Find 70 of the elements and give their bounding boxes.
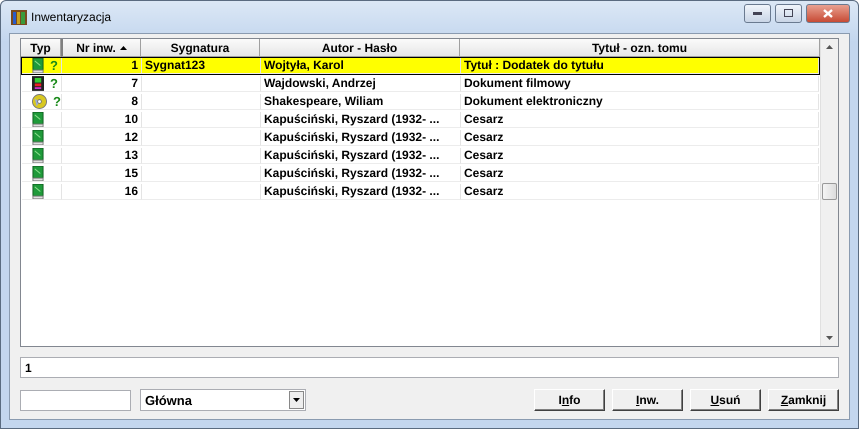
table-cell: 1	[62, 58, 142, 74]
column-header[interactable]: Tytuł - ozn. tomu	[460, 39, 820, 57]
status-mark: ?	[50, 76, 58, 91]
table-row[interactable]: 16 Kapuściński, Ryszard (1932- ... Cesarz	[21, 183, 820, 201]
minimize-button[interactable]	[744, 4, 771, 22]
dropdown[interactable]: Główna	[140, 389, 306, 411]
table-cell: Kapuściński, Ryszard (1932- ...	[261, 130, 461, 146]
table-cell: Cesarz	[461, 148, 819, 164]
column-header[interactable]: Autor - Hasło	[260, 39, 460, 57]
table-cell: Wajdowski, Andrzej	[261, 76, 461, 92]
minimize-icon	[753, 12, 762, 14]
column-header[interactable]: Nr inw.	[61, 39, 141, 57]
close-icon	[823, 8, 833, 18]
table-cell: Cesarz	[461, 130, 819, 146]
book-icon	[32, 130, 44, 145]
scroll-down-icon	[826, 336, 833, 340]
table-row[interactable]: 15 Kapuściński, Ryszard (1932- ... Cesarz	[21, 165, 820, 183]
book-icon	[32, 58, 44, 73]
table-row[interactable]: ? 8 Shakespeare, Wiliam Dokument elektroniczny	[21, 93, 820, 111]
table-cell: Shakespeare, Wiliam	[261, 94, 461, 110]
book-icon	[32, 148, 44, 163]
table-row[interactable]: 10 Kapuściński, Ryszard (1932- ... Cesarz	[21, 111, 820, 129]
book-icon	[32, 112, 44, 127]
sort-ascending-icon	[120, 46, 127, 50]
table-cell: 7	[62, 76, 142, 92]
status-mark: ?	[53, 94, 61, 109]
table-cell: 15	[62, 166, 142, 182]
maximize-icon	[784, 9, 793, 17]
table-cell: 8	[62, 94, 142, 110]
table-cell: Sygnat123	[142, 58, 261, 74]
table-cell: Cesarz	[461, 184, 819, 200]
action-button[interactable]: Zamknij	[768, 389, 839, 411]
search-field[interactable]	[20, 390, 131, 410]
table-cell: 12	[62, 130, 142, 146]
table-cell: Dokument filmowy	[461, 76, 819, 92]
table-row[interactable]: ? 7 Wajdowski, Andrzej Dokument filmowy	[21, 75, 820, 93]
dropdown-arrow-icon	[293, 398, 300, 402]
table-row[interactable]: ? 1 Sygnat123 Wojtyła, Karol Tytuł : Dodatek do tytułu	[21, 57, 820, 75]
disc-icon	[32, 94, 47, 109]
table-row[interactable]: 13 Kapuściński, Ryszard (1932- ... Cesarz	[21, 147, 820, 165]
vertical-scrollbar[interactable]	[820, 39, 838, 346]
detail-field[interactable]: 1	[20, 357, 839, 378]
book-icon	[32, 184, 44, 199]
table-cell: Kapuściński, Ryszard (1932- ...	[261, 148, 461, 164]
maximize-button[interactable]	[775, 4, 802, 22]
table-cell: Kapuściński, Ryszard (1932- ...	[261, 112, 461, 128]
table-cell: Cesarz	[461, 166, 819, 182]
table-cell: Dokument elektroniczny	[461, 94, 819, 110]
scrollbar-thumb[interactable]	[822, 183, 837, 200]
column-header[interactable]: Sygnatura	[141, 39, 260, 57]
table-cell: Kapuściński, Ryszard (1932- ...	[261, 166, 461, 182]
status-mark: ?	[50, 58, 58, 73]
table-row[interactable]: 12 Kapuściński, Ryszard (1932- ... Cesarz	[21, 129, 820, 147]
bookshelf-icon	[11, 9, 27, 25]
action-button[interactable]: Inw.	[612, 389, 683, 411]
table-cell: 10	[62, 112, 142, 128]
table-cell: Cesarz	[461, 112, 819, 128]
action-button[interactable]: Usuń	[690, 389, 761, 411]
scroll-up-icon	[826, 45, 833, 49]
action-button[interactable]: Info	[534, 389, 605, 411]
column-header[interactable]: Typ	[21, 39, 61, 57]
film-icon	[32, 76, 44, 91]
table-cell: Kapuściński, Ryszard (1932- ...	[261, 184, 461, 200]
table-cell: 16	[62, 184, 142, 200]
table-cell: Wojtyła, Karol	[261, 58, 461, 74]
close-button[interactable]	[806, 4, 850, 22]
table-cell: 13	[62, 148, 142, 164]
table-cell: Tytuł : Dodatek do tytułu	[461, 58, 819, 74]
window-title: Inwentaryzacja	[31, 10, 112, 24]
book-icon	[32, 166, 44, 181]
